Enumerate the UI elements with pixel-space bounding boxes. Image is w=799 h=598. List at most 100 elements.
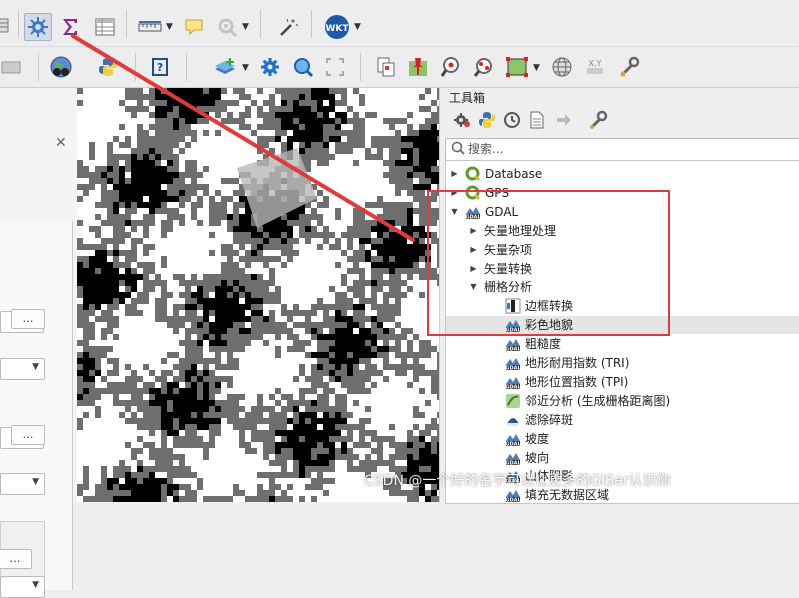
browse-button[interactable]: … bbox=[11, 309, 45, 329]
tree-algorithm-item[interactable]: 邻近分析 (生成栅格距离图) bbox=[446, 392, 799, 410]
toolbar-separator bbox=[135, 53, 136, 81]
tree-group-item[interactable]: ▶ 矢量地理处理 bbox=[446, 222, 799, 240]
grid-globe-icon[interactable] bbox=[549, 54, 575, 80]
tree-item-label: 地形位置指数 (TPI) bbox=[525, 374, 629, 389]
blue-gear-icon[interactable] bbox=[257, 54, 283, 80]
tree-item-label: 边框转换 bbox=[525, 299, 574, 314]
proximity-icon bbox=[505, 393, 521, 409]
tree-item-label: GPS bbox=[485, 185, 510, 200]
toolbox-title: 工具箱 bbox=[449, 91, 486, 105]
partial-toolbar-icon[interactable] bbox=[0, 12, 12, 38]
measure-dropdown-arrow-icon[interactable]: ▼ bbox=[166, 22, 173, 32]
options-wrench-icon[interactable] bbox=[588, 110, 608, 133]
arrow-right-disabled-icon[interactable] bbox=[554, 110, 574, 133]
zoom-search-icon[interactable] bbox=[290, 54, 316, 80]
attribute-table-icon[interactable] bbox=[92, 14, 118, 40]
wkt-icon[interactable]: WKT bbox=[323, 13, 351, 41]
measure-ruler-icon[interactable] bbox=[137, 14, 163, 40]
select-frame-icon[interactable] bbox=[322, 54, 348, 80]
expand-arrow-open-icon[interactable]: ▼ bbox=[469, 278, 478, 296]
tree-algorithm-item[interactable]: GDAL 地形位置指数 (TPI) bbox=[446, 373, 799, 391]
models-gear-icon[interactable] bbox=[452, 110, 472, 133]
xy-coords-icon[interactable]: X,Y bbox=[582, 54, 608, 80]
wrench-icon[interactable] bbox=[616, 54, 642, 80]
svg-text:GDAL: GDAL bbox=[505, 460, 521, 466]
svg-text:GDAL: GDAL bbox=[505, 347, 521, 353]
gear-dropdown-arrow-icon[interactable]: ▼ bbox=[242, 22, 249, 32]
tree-provider-item[interactable]: ▶ GPS bbox=[446, 184, 799, 202]
algorithm-dialog-partial: ✕ … ▼ … ▼ … ▼ bbox=[0, 88, 77, 598]
processing-settings-icon[interactable] bbox=[24, 13, 52, 41]
svg-text:X,Y: X,Y bbox=[589, 59, 602, 68]
tree-item-label: 栅格分析 bbox=[484, 280, 533, 295]
expand-arrow-closed-icon[interactable]: ▶ bbox=[469, 241, 478, 259]
statistics-sigma-icon[interactable] bbox=[57, 14, 83, 40]
band-combo[interactable]: ▼ bbox=[0, 358, 45, 380]
tree-item-label: Database bbox=[485, 167, 543, 181]
magic-wand-icon[interactable] bbox=[275, 14, 301, 40]
gdal-icon: GDAL bbox=[505, 450, 521, 466]
history-clock-icon[interactable] bbox=[502, 110, 522, 133]
python-icon[interactable] bbox=[95, 54, 121, 80]
chevron-down-icon: ▼ bbox=[32, 362, 39, 372]
python-script-icon[interactable] bbox=[477, 110, 497, 133]
layer-dropdown-arrow-icon[interactable]: ▼ bbox=[242, 63, 249, 73]
tree-provider-item[interactable]: ▼ GDAL GDAL bbox=[446, 203, 799, 221]
tree-algorithm-item[interactable]: 边框转换 bbox=[446, 297, 799, 315]
expand-arrow-closed-icon[interactable]: ▶ bbox=[450, 184, 459, 202]
node-dropdown-arrow-icon[interactable]: ▼ bbox=[533, 63, 540, 73]
tree-algorithm-item[interactable]: 滤除碎斑 bbox=[446, 411, 799, 429]
top-toolbar: ▼ ▼ WKT ▼ bbox=[0, 0, 799, 47]
expand-arrow-closed-icon[interactable]: ▶ bbox=[450, 165, 459, 183]
results-doc-icon[interactable] bbox=[527, 110, 547, 133]
map-canvas[interactable] bbox=[77, 88, 439, 502]
browse-button-3[interactable]: … bbox=[0, 549, 32, 569]
svg-text:GDAL: GDAL bbox=[505, 328, 521, 334]
expand-arrow-closed-icon[interactable]: ▶ bbox=[469, 222, 478, 240]
tree-group-item[interactable]: ▼ 栅格分析 bbox=[446, 278, 799, 296]
svg-text:GDAL: GDAL bbox=[505, 498, 521, 504]
point-pin-icon[interactable] bbox=[471, 54, 497, 80]
search-input[interactable] bbox=[468, 140, 768, 157]
tree-provider-item[interactable]: ▶ Database bbox=[446, 165, 799, 183]
output-combo[interactable]: ▼ bbox=[0, 576, 45, 598]
tree-item-label: 邻近分析 (生成栅格距离图) bbox=[525, 393, 671, 408]
tree-item-label: GDAL bbox=[485, 204, 519, 219]
expand-arrow-closed-icon[interactable]: ▶ bbox=[469, 260, 478, 278]
dialog-close-icon[interactable]: ✕ bbox=[55, 135, 67, 151]
expand-arrow-open-icon[interactable]: ▼ bbox=[450, 203, 459, 221]
layer-stack-icon[interactable] bbox=[212, 54, 238, 80]
wkt-dropdown-arrow-icon[interactable]: ▼ bbox=[354, 22, 361, 32]
toolbar-separator bbox=[126, 10, 127, 38]
svg-text:GDAL: GDAL bbox=[505, 441, 521, 447]
tree-algorithm-item[interactable]: GDAL 坡度 bbox=[446, 430, 799, 448]
toolbar-separator bbox=[38, 53, 39, 81]
zoom-map-icon[interactable] bbox=[438, 54, 464, 80]
svg-text:?: ? bbox=[157, 61, 163, 74]
partial-layer-icon[interactable] bbox=[0, 54, 24, 80]
node-box-icon[interactable] bbox=[504, 54, 530, 80]
q-icon bbox=[465, 166, 481, 182]
watermark-text: CSDN @一个好的名字可以让更多的GISer认识你 bbox=[364, 473, 671, 489]
tree-item-label: 滤除碎斑 bbox=[525, 412, 574, 427]
help-book-icon[interactable]: ? bbox=[147, 54, 173, 80]
browse-button-2[interactable]: … bbox=[11, 425, 45, 445]
chevron-down-icon: ▼ bbox=[32, 477, 39, 487]
toolbox-search-box bbox=[445, 138, 799, 161]
tree-group-item[interactable]: ▶ 矢量转换 bbox=[446, 260, 799, 278]
dialog-titlebar bbox=[0, 88, 77, 136]
chevron-down-icon: ▼ bbox=[32, 580, 39, 590]
gdal-icon: GDAL bbox=[505, 374, 521, 390]
tree-algorithm-item[interactable]: GDAL 坡向 bbox=[446, 449, 799, 467]
matching-mode-combo[interactable]: ▼ bbox=[0, 473, 45, 495]
tree-algorithm-item[interactable]: GDAL 地形耐用指数 (TRI) bbox=[446, 354, 799, 372]
tree-algorithm-item[interactable]: GDAL 粗糙度 bbox=[446, 335, 799, 353]
tree-algorithm-item[interactable]: GDAL 彩色地貌 bbox=[446, 316, 799, 335]
copy-doc-icon[interactable] bbox=[373, 54, 399, 80]
globe-icon[interactable] bbox=[48, 54, 74, 80]
tree-group-item[interactable]: ▶ 矢量杂项 bbox=[446, 241, 799, 259]
tree-item-label: 地形耐用指数 (TRI) bbox=[525, 356, 630, 370]
gear-disabled-icon[interactable] bbox=[214, 14, 240, 40]
red-pin-icon[interactable] bbox=[405, 54, 431, 80]
map-tips-icon[interactable] bbox=[181, 14, 207, 40]
